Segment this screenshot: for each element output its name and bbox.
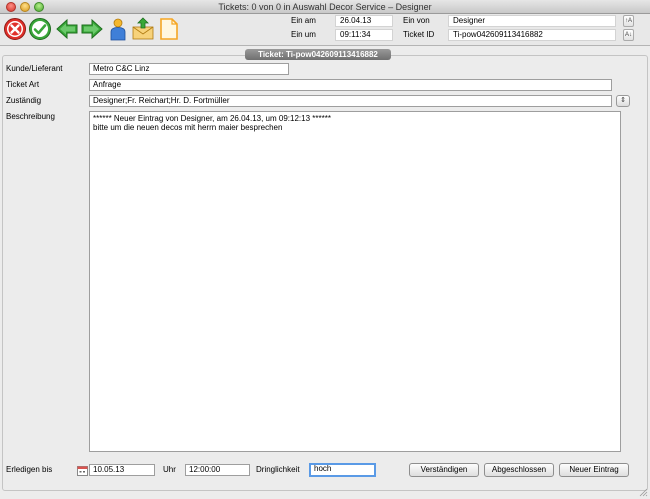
- sort-ascending-button[interactable]: ↑A: [623, 15, 634, 27]
- document-icon: [160, 18, 178, 40]
- toolbar: Ein am 26.04.13 Ein um 09:11:34 Ein von …: [0, 14, 650, 46]
- person-icon: [110, 18, 126, 41]
- next-button[interactable]: [80, 17, 104, 41]
- erledigen-label: Erledigen bis: [6, 465, 53, 474]
- close-window-button[interactable]: [6, 2, 16, 12]
- confirm-button[interactable]: [28, 17, 52, 41]
- beschreibung-line: ****** Neuer Eintrag von Designer, am 26…: [93, 114, 331, 123]
- cancel-button[interactable]: [3, 17, 27, 41]
- ticket-tab: Ticket: Ti-pow042609113416882: [245, 49, 391, 60]
- zustaendig-label: Zuständig: [6, 96, 42, 105]
- neuer-eintrag-button[interactable]: Neuer Eintrag: [559, 463, 629, 477]
- ticket-id-value: Ti-pow042609113416882: [448, 29, 616, 41]
- mail-upload-icon: [132, 17, 154, 40]
- arrow-left-icon: [56, 18, 78, 40]
- ticket-id-label: Ticket ID: [403, 30, 435, 39]
- resize-grip-icon[interactable]: [639, 488, 648, 497]
- minimize-window-button[interactable]: [20, 2, 30, 12]
- zustaendig-field[interactable]: Designer;Fr. Reichart;Hr. D. Fortmüller: [89, 95, 612, 107]
- kunde-field[interactable]: Metro C&C Linz: [89, 63, 289, 75]
- ticket-art-label: Ticket Art: [6, 80, 40, 89]
- dringlichkeit-field[interactable]: hoch: [309, 463, 376, 477]
- cancel-icon: [4, 18, 26, 40]
- ein-am-value: 26.04.13: [335, 15, 393, 27]
- user-button[interactable]: [106, 17, 130, 41]
- uhr-time-field[interactable]: 12:00:00: [185, 464, 250, 476]
- ein-am-label: Ein am: [291, 16, 316, 25]
- dringlichkeit-label: Dringlichkeit: [256, 465, 300, 474]
- ein-von-label: Ein von: [403, 16, 430, 25]
- abgeschlossen-button[interactable]: Abgeschlossen: [484, 463, 554, 477]
- beschreibung-textarea[interactable]: ****** Neuer Eintrag von Designer, am 26…: [89, 111, 621, 452]
- ein-von-value: Designer: [448, 15, 616, 27]
- previous-button[interactable]: [55, 17, 79, 41]
- ein-um-value: 09:11:34: [335, 29, 393, 41]
- sort-descending-button[interactable]: A↓: [623, 29, 634, 41]
- ticket-art-field[interactable]: Anfrage: [89, 79, 612, 91]
- zustaendig-select-stepper[interactable]: ⇕: [616, 95, 630, 107]
- new-document-button[interactable]: [157, 17, 181, 41]
- beschreibung-label: Beschreibung: [6, 112, 55, 121]
- beschreibung-line: bitte um die neuen decos mit herrn maier…: [93, 123, 283, 132]
- window-title: Tickets: 0 von 0 in Auswahl Decor Servic…: [218, 2, 432, 12]
- calendar-icon[interactable]: [77, 465, 88, 476]
- ein-um-label: Ein um: [291, 30, 316, 39]
- arrow-right-icon: [81, 18, 103, 40]
- uhr-label: Uhr: [163, 465, 176, 474]
- send-mail-button[interactable]: [131, 17, 155, 41]
- zoom-window-button[interactable]: [34, 2, 44, 12]
- checkmark-icon: [29, 18, 51, 40]
- erledigen-date-field[interactable]: 10.05.13: [89, 464, 155, 476]
- kunde-label: Kunde/Lieferant: [6, 64, 63, 73]
- verstaendigen-button[interactable]: Verständigen: [409, 463, 479, 477]
- window-titlebar: Tickets: 0 von 0 in Auswahl Decor Servic…: [0, 0, 650, 14]
